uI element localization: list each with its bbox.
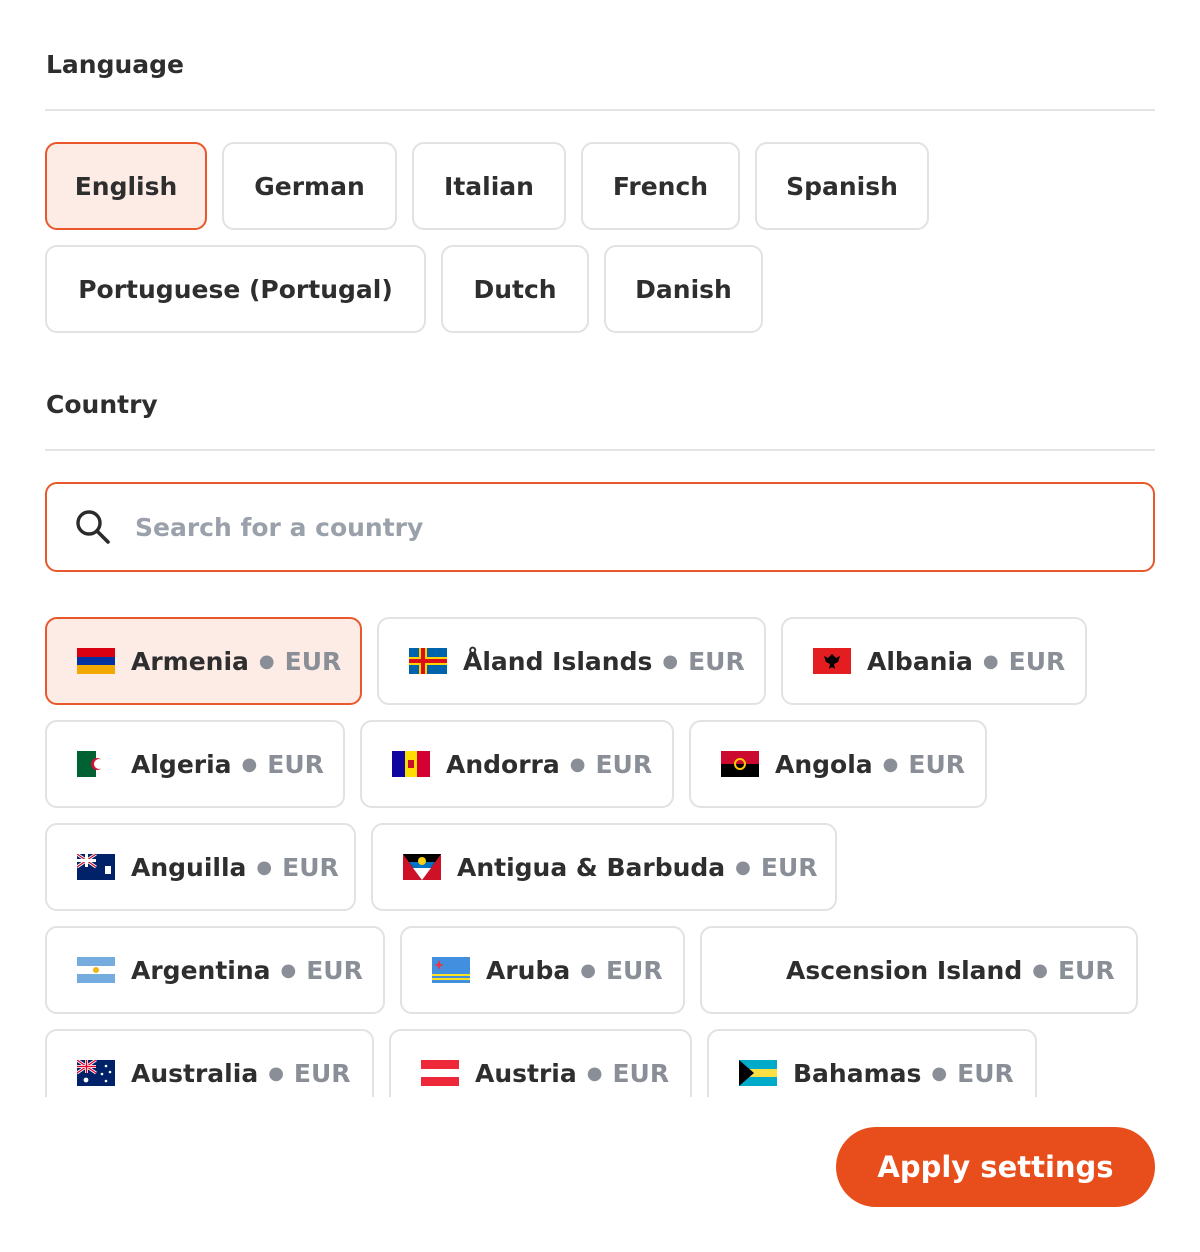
- apply-settings-button[interactable]: Apply settings: [836, 1127, 1155, 1207]
- country-name: Albania: [867, 646, 973, 676]
- country-option-austria[interactable]: Austria ● EUR: [389, 1029, 692, 1097]
- country-currency: EUR: [293, 1058, 351, 1088]
- settings-panel: Language English German Italian French S…: [0, 0, 1200, 1252]
- country-currency: EUR: [282, 852, 339, 882]
- country-currency: EUR: [267, 749, 324, 779]
- country-name: Austria: [475, 1058, 577, 1088]
- flag-australia-icon: [77, 1060, 115, 1086]
- country-name: Ascension Island: [786, 955, 1023, 985]
- country-name: Åland Islands: [463, 646, 653, 676]
- language-option-danish[interactable]: Danish: [604, 245, 763, 333]
- country-currency: EUR: [688, 646, 745, 676]
- flag-anguilla-icon: [77, 854, 115, 880]
- separator-dot: ●: [256, 856, 273, 878]
- country-option-australia[interactable]: Australia ● EUR: [45, 1029, 374, 1097]
- flag-andorra-icon: [392, 751, 430, 777]
- language-option-spanish[interactable]: Spanish: [755, 142, 929, 230]
- separator-dot: ●: [258, 650, 275, 672]
- country-option-argentina[interactable]: Argentina ● EUR: [45, 926, 385, 1014]
- country-name: Armenia: [131, 646, 249, 676]
- country-currency: EUR: [306, 955, 363, 985]
- country-divider: [45, 449, 1155, 451]
- separator-dot: ●: [569, 753, 586, 775]
- language-section-title: Language: [46, 50, 185, 79]
- country-option-ascension-island[interactable]: Ascension Island ● EUR: [700, 926, 1138, 1014]
- country-name: Angola: [775, 749, 873, 779]
- flag-aland-icon: [409, 648, 447, 674]
- country-option-albania[interactable]: Albania ● EUR: [781, 617, 1087, 705]
- country-currency: EUR: [595, 749, 653, 779]
- country-option-anguilla[interactable]: Anguilla ● EUR: [45, 823, 356, 911]
- flag-antigua-icon: [403, 854, 441, 880]
- flag-argentina-icon: [77, 957, 115, 983]
- country-currency: EUR: [1057, 955, 1115, 985]
- separator-dot: ●: [586, 1062, 603, 1084]
- separator-dot: ●: [241, 753, 258, 775]
- country-search-input[interactable]: [133, 511, 1037, 543]
- separator-dot: ●: [735, 856, 751, 878]
- search-icon: [76, 510, 110, 544]
- country-name: Argentina: [131, 955, 271, 985]
- country-name: Aruba: [486, 955, 571, 985]
- country-currency: EUR: [284, 646, 342, 676]
- country-currency: EUR: [612, 1058, 670, 1088]
- country-option-andorra[interactable]: Andorra ● EUR: [360, 720, 674, 808]
- country-currency: EUR: [1008, 646, 1066, 676]
- language-option-dutch[interactable]: Dutch: [441, 245, 589, 333]
- country-option-aland-islands[interactable]: Åland Islands ● EUR: [377, 617, 766, 705]
- country-name: Andorra: [446, 749, 560, 779]
- country-option-algeria[interactable]: Algeria ● EUR: [45, 720, 345, 808]
- country-option-armenia[interactable]: Armenia ● EUR: [45, 617, 362, 705]
- separator-dot: ●: [882, 753, 899, 775]
- separator-dot: ●: [662, 650, 679, 672]
- separator-dot: ●: [1032, 959, 1048, 981]
- separator-dot: ●: [580, 959, 596, 981]
- language-option-portuguese[interactable]: Portuguese (Portugal): [45, 245, 426, 333]
- language-divider: [45, 109, 1155, 111]
- country-currency: EUR: [605, 955, 663, 985]
- country-currency: EUR: [760, 852, 818, 882]
- flag-armenia-icon: [77, 648, 115, 674]
- country-currency: EUR: [957, 1058, 1014, 1088]
- flag-austria-icon: [421, 1060, 459, 1086]
- flag-aruba-icon: [432, 957, 470, 983]
- country-list: Armenia ● EUR Åland Islands ● EUR Albania ● EU…: [0, 610, 1200, 1097]
- country-name: Australia: [131, 1058, 259, 1088]
- flag-algeria-icon: [77, 751, 115, 777]
- country-name: Anguilla: [131, 852, 247, 882]
- language-option-german[interactable]: German: [222, 142, 397, 230]
- country-option-bahamas[interactable]: Bahamas ● EUR: [707, 1029, 1037, 1097]
- country-currency: EUR: [908, 749, 966, 779]
- country-option-angola[interactable]: Angola ● EUR: [689, 720, 987, 808]
- language-option-italian[interactable]: Italian: [412, 142, 566, 230]
- flag-albania-icon: [813, 648, 851, 674]
- country-section-title: Country: [46, 390, 158, 419]
- country-option-aruba[interactable]: Aruba ● EUR: [400, 926, 685, 1014]
- country-name: Antigua & Barbuda: [457, 852, 726, 882]
- language-option-english[interactable]: English: [45, 142, 207, 230]
- flag-bahamas-icon: [739, 1060, 777, 1086]
- flag-placeholder: [732, 957, 770, 983]
- flag-angola-icon: [721, 751, 759, 777]
- country-name: Bahamas: [793, 1058, 922, 1088]
- separator-dot: ●: [931, 1062, 948, 1084]
- separator-dot: ●: [268, 1062, 284, 1084]
- country-search-box[interactable]: [45, 482, 1155, 572]
- separator-dot: ●: [982, 650, 999, 672]
- separator-dot: ●: [280, 959, 297, 981]
- country-name: Algeria: [131, 749, 232, 779]
- language-option-french[interactable]: French: [581, 142, 740, 230]
- country-option-antigua-barbuda[interactable]: Antigua & Barbuda ● EUR: [371, 823, 837, 911]
